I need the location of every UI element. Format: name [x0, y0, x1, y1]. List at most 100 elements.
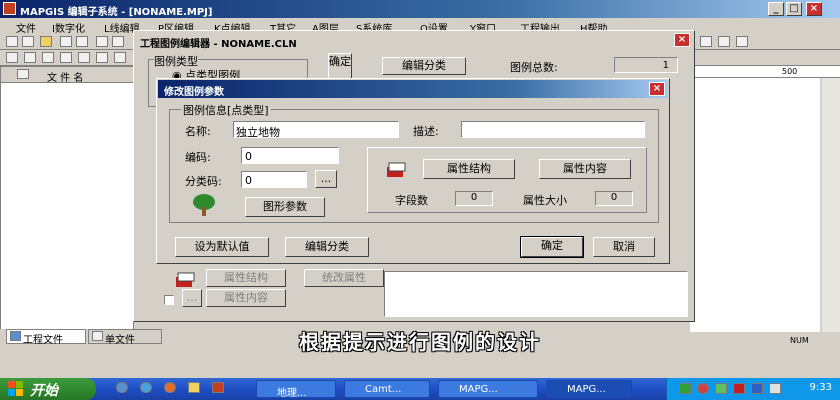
tray-volume-icon[interactable] [715, 383, 727, 394]
clock: 9:33 [809, 382, 832, 393]
maximize-button[interactable]: □ [786, 2, 802, 16]
edit-tool-icon[interactable] [718, 36, 730, 47]
legend-total-label: 图例总数: [510, 61, 558, 74]
app-title: MAPGIS 编辑子系统 - [NONAME.MPJ] [20, 7, 213, 18]
behind-unify-attr-label: 统改属性 [322, 271, 366, 284]
graphic-params-label: 图形参数 [263, 200, 307, 213]
tray-ati-icon[interactable] [733, 383, 745, 394]
legend-editor-close-button[interactable]: × [674, 33, 690, 47]
task-mapgis-2[interactable]: MAPG... [546, 380, 632, 398]
field-count-value-text: 0 [470, 192, 478, 203]
system-tray: 9:33 [666, 378, 840, 400]
line-tool-icon[interactable] [6, 52, 18, 63]
tray-display-icon[interactable] [751, 383, 763, 394]
pencil-icon[interactable] [700, 36, 712, 47]
quicklaunch-firefox-icon[interactable] [164, 382, 176, 393]
copy-icon[interactable] [112, 36, 124, 47]
dialog-edit-category-label: 编辑分类 [305, 240, 349, 253]
category-code-label: 分类码: [185, 175, 222, 188]
task-mapgis-2-label: MAPG... [567, 384, 606, 395]
dialog-ok-label: 确定 [541, 239, 563, 252]
menu-digitize[interactable]: I数字化 [52, 20, 85, 35]
menu-file[interactable]: 文件 [16, 20, 36, 35]
list-icon [17, 69, 29, 79]
draw-tool-icon[interactable] [736, 36, 748, 47]
node-tool-icon[interactable] [42, 52, 54, 63]
attr-size-label: 属性大小 [523, 194, 567, 207]
project-panel: 文 件 名 [0, 66, 134, 344]
attr-structure-button[interactable]: 属性结构 [423, 159, 515, 179]
field-count-value: 0 [455, 191, 493, 206]
dialog-ok-button[interactable]: 确定 [520, 236, 584, 258]
vertical-scrollbar[interactable] [822, 78, 840, 340]
file-list-header: 文 件 名 [1, 67, 133, 84]
move-tool-icon[interactable] [60, 52, 72, 63]
behind-browse-button[interactable]: … [182, 289, 202, 307]
windows-taskbar: 开始 地理... Camt... MAPG... MAPG... 9:33 [0, 378, 840, 400]
legend-info-label: 图例信息[点类型] [181, 102, 271, 118]
tray-antivirus-icon[interactable] [697, 383, 709, 394]
category-browse-button[interactable]: ... [315, 170, 337, 188]
print-icon[interactable] [76, 36, 88, 47]
select-tool-icon[interactable] [96, 52, 108, 63]
set-default-button[interactable]: 设为默认值 [175, 237, 269, 257]
set-default-label: 设为默认值 [194, 240, 250, 253]
behind-attr-struct-button[interactable]: 属性结构 [206, 269, 286, 287]
attr-size-value: 0 [595, 191, 633, 206]
name-input[interactable]: 独立地物 [233, 121, 399, 139]
legend-editor-edit-category-label: 编辑分类 [402, 59, 446, 72]
map-canvas[interactable] [690, 78, 820, 340]
category-code-input[interactable]: 0 [241, 171, 307, 188]
behind-unify-attr-button[interactable]: 统改属性 [304, 269, 384, 287]
close-button[interactable]: × [806, 2, 822, 16]
category-code-input-value: 0 [245, 174, 252, 187]
legend-editor-title-bar[interactable]: 工程图例编辑器 - NONAME.CLN [136, 33, 692, 50]
task-camtasia[interactable]: Camt... [344, 380, 430, 398]
save-icon[interactable] [60, 36, 72, 47]
scissors-icon[interactable] [24, 52, 36, 63]
task-mapgis-1[interactable]: MAPG... [438, 380, 538, 398]
quicklaunch-app-icon[interactable] [212, 382, 224, 393]
task-mapgis-1-label: MAPG... [459, 384, 498, 395]
task-geography[interactable]: 地理... [256, 380, 336, 398]
app-title-bar[interactable]: MAPGIS 编辑子系统 - [NONAME.MPJ] _ □ × [0, 0, 840, 18]
dialog-cancel-button[interactable]: 取消 [593, 237, 655, 257]
start-button[interactable]: 开始 [0, 378, 96, 400]
code-input-value: 0 [245, 150, 252, 163]
cut-icon[interactable] [96, 36, 108, 47]
attr-content-label: 属性内容 [563, 162, 607, 175]
quicklaunch-ie-icon[interactable] [116, 382, 128, 393]
open-folder-icon[interactable] [40, 36, 52, 47]
dialog-edit-category-button[interactable]: 编辑分类 [285, 237, 369, 257]
description-label: 描述: [413, 125, 439, 138]
legend-total-value-text: 1 [662, 60, 669, 71]
graphic-params-button[interactable]: 图形参数 [245, 197, 325, 217]
dialog-cancel-label: 取消 [613, 240, 635, 253]
new-file-icon[interactable] [6, 36, 18, 47]
behind-attr-struct-label: 属性结构 [224, 271, 268, 284]
behind-attr-content-button[interactable]: 属性内容 [206, 289, 286, 307]
attribute-book-icon-dialog [385, 161, 407, 179]
code-input[interactable]: 0 [241, 147, 339, 164]
attr-content-button[interactable]: 属性内容 [539, 159, 631, 179]
tray-speaker-icon[interactable] [769, 383, 781, 394]
behind-attr-content-label: 属性内容 [224, 291, 268, 304]
tray-network-icon[interactable] [679, 383, 691, 394]
modify-legend-title-bar[interactable]: 修改图例参数 [158, 80, 668, 98]
new-file-icon-2[interactable] [22, 36, 34, 47]
behind-checkbox[interactable] [164, 295, 174, 305]
attr-size-value-text: 0 [610, 192, 618, 203]
legend-editor-title: 工程图例编辑器 - NONAME.CLN [140, 39, 297, 50]
quicklaunch-media-icon[interactable] [140, 382, 152, 393]
zoom-tool-icon[interactable] [114, 52, 126, 63]
minimize-button[interactable]: _ [768, 2, 784, 16]
legend-editor-edit-category-button[interactable]: 编辑分类 [382, 57, 466, 75]
description-input[interactable] [461, 121, 645, 138]
mapgis-app-icon [3, 2, 16, 15]
category-browse-label: ... [320, 172, 332, 185]
quicklaunch-folder-icon[interactable] [188, 382, 200, 393]
modify-legend-dialog: 修改图例参数 × 图例信息[点类型] 名称: 独立地物 描述: 编码: 0 分类… [156, 78, 670, 264]
file-name-column[interactable]: 文 件 名 [47, 69, 83, 84]
arrow-tool-icon[interactable] [78, 52, 90, 63]
modify-legend-close-button[interactable]: × [649, 82, 665, 96]
